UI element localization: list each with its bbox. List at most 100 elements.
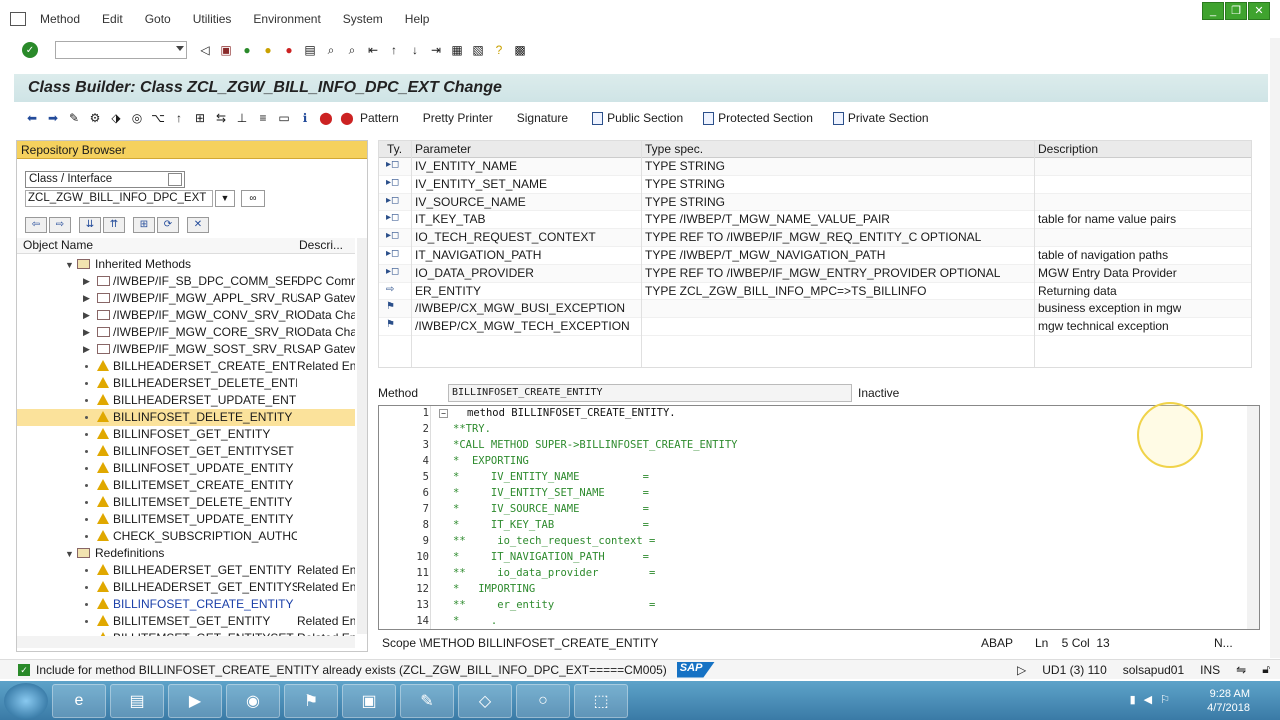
- close-button[interactable]: ✕: [1248, 2, 1270, 20]
- tree-item[interactable]: BILLITEMSET_DELETE_ENTITY: [17, 494, 355, 511]
- menu-environment[interactable]: Environment: [253, 12, 320, 26]
- clock[interactable]: 9:28 AM 4/7/2018: [1207, 687, 1250, 715]
- menu-goto[interactable]: Goto: [145, 12, 171, 26]
- expand-toggle-icon[interactable]: ▶: [83, 310, 90, 321]
- system-info[interactable]: UD1 (3) 110: [1042, 663, 1106, 677]
- activate-icon[interactable]: ⬗: [108, 110, 124, 126]
- tree-item[interactable]: ▶ /IWBEP/IF_SB_DPC_COMM_SERVICESDPC Comm: [17, 273, 355, 290]
- navigate-icon[interactable]: ⇆: [213, 110, 229, 126]
- description-column-header[interactable]: Description: [1038, 142, 1098, 156]
- code-line[interactable]: 1 − method BILLINFOSET_CREATE_ENTITY.: [379, 407, 1239, 423]
- maximize-button[interactable]: ❐: [1225, 2, 1247, 20]
- new-session-icon[interactable]: ▦: [449, 42, 465, 58]
- refresh-button[interactable]: ⟳: [157, 217, 179, 233]
- tree-item[interactable]: BILLITEMSET_GET_ENTITY Related En: [17, 613, 355, 630]
- edit-icon[interactable]: ✎: [66, 110, 82, 126]
- tree-item[interactable]: BILLHEADERSET_DELETE_ENTITY: [17, 375, 355, 392]
- expand-toggle-icon[interactable]: ▼: [65, 260, 74, 270]
- tree-item[interactable]: BILLINFOSET_UPDATE_ENTITY: [17, 460, 355, 477]
- code-line[interactable]: 2 **TRY.: [379, 423, 1239, 439]
- typespec-column-header[interactable]: Type spec.: [645, 142, 703, 156]
- where-used-icon[interactable]: ↑: [171, 110, 187, 126]
- expand-toggle-icon[interactable]: ▶: [83, 327, 90, 338]
- tree-item[interactable]: ▼ Inherited Methods: [17, 256, 355, 273]
- parameter-row[interactable]: ⚑ /IWBEP/CX_MGW_TECH_EXCEPTION mgw technic…: [379, 318, 1251, 336]
- code-line[interactable]: 10 * IT_NAVIGATION_PATH =: [379, 551, 1239, 567]
- hierarchy-icon[interactable]: ⌥: [150, 110, 166, 126]
- table-icon[interactable]: ▭: [276, 110, 292, 126]
- print-icon[interactable]: ▤: [302, 42, 318, 58]
- type-column-header[interactable]: Ty.: [387, 142, 402, 156]
- code-line[interactable]: 3 *CALL METHOD SUPER->BILLINFOSET_CREATE_…: [379, 439, 1239, 455]
- save-icon[interactable]: ▣: [218, 42, 234, 58]
- code-line[interactable]: 7 * IV_SOURCE_NAME =: [379, 503, 1239, 519]
- display-button[interactable]: ▼: [215, 190, 235, 207]
- editor-vertical-scrollbar[interactable]: [1247, 406, 1259, 629]
- tree-horizontal-scrollbar[interactable]: [17, 636, 355, 648]
- next-page-icon[interactable]: ↓: [407, 42, 423, 58]
- tree-item[interactable]: ▶ /IWBEP/IF_MGW_APPL_SRV_RUNTIMESAP Gatew: [17, 290, 355, 307]
- media-player-icon[interactable]: ▶: [168, 683, 222, 718]
- tree-item[interactable]: BILLITEMSET_UPDATE_ENTITY: [17, 511, 355, 528]
- settings-icon[interactable]: ⇋: [1236, 663, 1246, 677]
- chevron-down-icon[interactable]: [168, 173, 182, 186]
- back-arrow-icon[interactable]: ◁: [197, 42, 213, 58]
- tree-item[interactable]: ▼ Redefinitions: [17, 545, 355, 562]
- tree-item[interactable]: ▶ /IWBEP/IF_MGW_CONV_SRV_RUNTIMEOData Cha…: [17, 307, 355, 324]
- bookmark-app-icon[interactable]: ⚑: [284, 683, 338, 718]
- code-line[interactable]: 14 * .: [379, 615, 1239, 629]
- tree-item[interactable]: BILLHEADERSET_GET_ENTITYSET Related En: [17, 579, 355, 596]
- parameter-row[interactable]: ▸◻ IT_NAVIGATION_PATH TYPE /IWBEP/T_MGW_NA…: [379, 247, 1251, 265]
- menu-method[interactable]: Method: [40, 12, 80, 26]
- expand-toggle-icon[interactable]: ▼: [65, 549, 74, 559]
- play-icon[interactable]: ▷: [1017, 663, 1026, 677]
- parameter-row[interactable]: ▸◻ IO_DATA_PROVIDER TYPE REF TO /IWBEP/IF_…: [379, 264, 1251, 283]
- tree-item[interactable]: BILLINFOSET_DELETE_ENTITY: [17, 409, 355, 426]
- tree-item[interactable]: BILLHEADERSET_UPDATE_ENTITY: [17, 392, 355, 409]
- code-line[interactable]: 6 * IV_ENTITY_SET_NAME =: [379, 487, 1239, 503]
- code-line[interactable]: 8 * IT_KEY_TAB =: [379, 519, 1239, 535]
- session-breakpoint-icon[interactable]: ⬤: [339, 110, 355, 126]
- parameter-row[interactable]: ⇨ ER_ENTITY TYPE ZCL_ZGW_BILL_INFO_MPC=>TS…: [379, 283, 1251, 301]
- find-icon[interactable]: ⌕: [323, 42, 339, 58]
- tree-item[interactable]: ▶ /IWBEP/IF_MGW_CORE_SRV_RUNTIMEOData Cha…: [17, 324, 355, 341]
- code-line[interactable]: 9 ** io_tech_request_context =: [379, 535, 1239, 551]
- internet-explorer-icon[interactable]: e: [52, 683, 106, 718]
- enter-icon[interactable]: ✓: [22, 42, 38, 58]
- pretty-printer-button[interactable]: Pretty Printer: [423, 111, 493, 125]
- toggle-icon[interactable]: ⚙: [87, 110, 103, 126]
- expand-button[interactable]: ⇈: [103, 217, 125, 233]
- minimize-button[interactable]: _: [1202, 2, 1224, 20]
- check-icon[interactable]: ◎: [129, 110, 145, 126]
- tree-item[interactable]: CHECK_SUBSCRIPTION_AUTHORITY: [17, 528, 355, 545]
- code-line[interactable]: 11 ** io_data_provider =: [379, 567, 1239, 583]
- menu-edit[interactable]: Edit: [102, 12, 123, 26]
- tree-item[interactable]: BILLINFOSET_GET_ENTITYSET: [17, 443, 355, 460]
- sub-tree-button[interactable]: ⊞: [133, 217, 155, 233]
- tree-item[interactable]: BILLINFOSET_CREATE_ENTITY: [17, 596, 355, 613]
- code-editor[interactable]: 1 − method BILLINFOSET_CREATE_ENTITY. 2 **TR…: [378, 405, 1260, 630]
- last-page-icon[interactable]: ⇥: [428, 42, 444, 58]
- tree-item[interactable]: BILLITEMSET_CREATE_ENTITY: [17, 477, 355, 494]
- lock-icon[interactable]: 🔓︎: [1262, 662, 1270, 677]
- network-icon[interactable]: ▮: [1130, 693, 1136, 706]
- back-arrow-icon[interactable]: ⬅: [24, 110, 40, 126]
- menu-utilities[interactable]: Utilities: [193, 12, 232, 26]
- close-browser-button[interactable]: ✕: [187, 217, 209, 233]
- code-line[interactable]: 12 * IMPORTING: [379, 583, 1239, 599]
- tree-item[interactable]: BILLHEADERSET_CREATE_ENTITY Related En: [17, 358, 355, 375]
- circle-app-icon[interactable]: ○: [516, 683, 570, 718]
- command-field[interactable]: [55, 41, 187, 59]
- public-section-button[interactable]: Public Section: [592, 111, 683, 125]
- page-vertical-scrollbar[interactable]: [1270, 38, 1280, 658]
- shortcut-icon[interactable]: ▧: [470, 42, 486, 58]
- expand-toggle-icon[interactable]: ▶: [83, 276, 90, 287]
- help-icon[interactable]: ?: [491, 42, 507, 58]
- tree-item[interactable]: BILLHEADERSET_GET_ENTITY Related En: [17, 562, 355, 579]
- chevron-down-icon[interactable]: [176, 46, 184, 51]
- expand-toggle-icon[interactable]: ▶: [83, 344, 90, 355]
- layout-icon[interactable]: ▩: [512, 42, 528, 58]
- parameter-row[interactable]: ▸◻ IT_KEY_TAB TYPE /IWBEP/T_MGW_NAME_VALUE…: [379, 211, 1251, 230]
- notepad-icon[interactable]: ◇: [458, 683, 512, 718]
- prev-page-icon[interactable]: ↑: [386, 42, 402, 58]
